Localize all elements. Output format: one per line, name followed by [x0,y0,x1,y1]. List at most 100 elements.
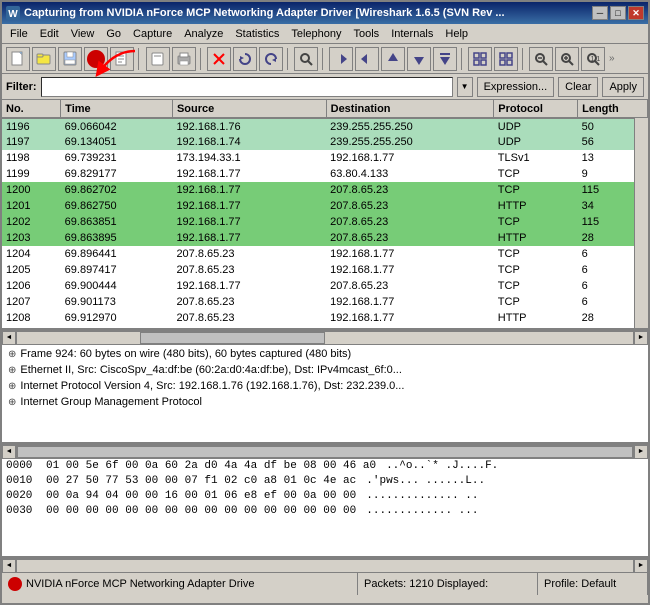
toolbar-refresh2-btn[interactable] [259,47,283,71]
toolbar-zoom-reset-btn[interactable]: 1:1 [581,47,605,71]
hex-scroll-right[interactable]: ► [634,559,648,573]
hex-scroll-left[interactable]: ◄ [2,559,16,573]
detail-line[interactable]: ⊕Frame 924: 60 bytes on wire (480 bits),… [6,346,644,362]
toolbar-search-btn[interactable] [294,47,318,71]
toolbar-save-btn[interactable] [58,47,82,71]
scroll-right-btn[interactable]: ► [634,331,648,345]
table-row[interactable]: 120469.896441207.8.65.23192.168.1.77TCP6 [2,246,648,262]
hex-hscroll[interactable]: ◄ ► [2,558,648,572]
table-row[interactable]: 120169.862750192.168.1.77207.8.65.23HTTP… [2,198,648,214]
toolbar-new-btn[interactable] [6,47,30,71]
toolbar-zoom-in-btn[interactable] [555,47,579,71]
expand-icon[interactable]: ⊕ [8,365,16,376]
table-row[interactable]: 120669.900444192.168.1.77207.8.65.23TCP6 [2,278,648,294]
table-row[interactable]: 119669.066042192.168.1.76239.255.255.250… [2,118,648,134]
packet-list[interactable]: No. Time Source Destination Protocol Len… [2,100,648,330]
adapter-text: NVIDIA nForce MCP Networking Adapter Dri… [26,578,254,590]
hex-row: 003000 00 00 00 00 00 00 00 00 00 00 00 … [6,505,644,520]
detail-line[interactable]: ⊕ Ethernet II, Src: CiscoSpv_4a:df:be (60… [6,362,644,378]
separator-2 [200,48,203,70]
col-protocol[interactable]: Protocol [494,100,578,118]
separator-5 [461,48,464,70]
toolbar-print-btn[interactable] [172,47,196,71]
title-text: Capturing from NVIDIA nForce MCP Network… [24,7,505,19]
toolbar-refresh-btn[interactable] [233,47,257,71]
scroll-left-btn[interactable]: ◄ [2,331,16,345]
horizontal-scrollbar[interactable]: ◄ ► [2,330,648,344]
table-row[interactable]: 120569.897417207.8.65.23192.168.1.77TCP6 [2,262,648,278]
toolbar-back-btn[interactable] [329,47,353,71]
col-no[interactable]: No. [2,100,61,118]
toolbar-up-btn[interactable] [381,47,405,71]
toolbar-capture-btn[interactable] [84,47,108,71]
hex-row: 001000 27 50 77 53 00 00 07 f1 02 c0 a8 … [6,475,644,490]
vertical-scrollbar[interactable] [634,118,648,328]
detail-scroll-left[interactable]: ◄ [2,445,16,459]
col-dest[interactable]: Destination [326,100,494,118]
menu-capture[interactable]: Capture [127,26,178,42]
menu-go[interactable]: Go [100,26,127,42]
table-row[interactable]: 120369.863895192.168.1.77207.8.65.23HTTP… [2,230,648,246]
title-bar-left: W Capturing from NVIDIA nForce MCP Netwo… [6,6,505,20]
detail-line[interactable]: ⊕Internet Group Management Protocol [6,394,644,410]
col-length[interactable]: Length [578,100,648,118]
expand-icon[interactable]: ⊕ [8,349,16,360]
scroll-track[interactable] [16,331,634,345]
col-time[interactable]: Time [61,100,173,118]
apply-button[interactable]: Apply [602,77,644,97]
toolbar-reload-btn[interactable] [146,47,170,71]
scroll-thumb[interactable] [140,332,325,344]
expand-icon[interactable]: ⊕ [8,381,16,392]
menu-view[interactable]: View [65,26,101,42]
toolbar-overflow: » [607,53,617,64]
toolbar-delete-btn[interactable] [207,47,231,71]
menu-help[interactable]: Help [439,26,474,42]
maximize-button[interactable]: □ [610,6,626,20]
menu-tools[interactable]: Tools [348,26,386,42]
toolbar-zoom-out-btn[interactable] [529,47,553,71]
detail-hscroll[interactable]: ◄ ► [2,444,648,458]
table-row[interactable]: 120769.901173207.8.65.23192.168.1.77TCP6 [2,294,648,310]
table-row[interactable]: 120969.917987207.8.65.23192.168.1.77HTTP… [2,326,648,330]
capture-red-circle [87,50,105,68]
table-row[interactable]: 119869.739231173.194.33.1192.168.1.77TLS… [2,150,648,166]
clear-button[interactable]: Clear [558,77,598,97]
toolbar-grid1-btn[interactable] [468,47,492,71]
separator-6 [522,48,525,70]
expand-icon[interactable]: ⊕ [8,397,16,408]
table-row[interactable]: 120069.862702192.168.1.77207.8.65.23TCP1… [2,182,648,198]
toolbar-grid2-btn[interactable] [494,47,518,71]
col-source[interactable]: Source [172,100,326,118]
close-button[interactable]: ✕ [628,6,644,20]
status-packets: Packets: 1210 Displayed: [358,573,538,595]
hex-bytes: 00 0a 94 04 00 00 16 00 01 06 e8 ef 00 0… [46,490,356,505]
detail-scroll-right[interactable]: ► [634,445,648,459]
toolbar-forward-btn[interactable] [355,47,379,71]
menu-edit[interactable]: Edit [34,26,65,42]
detail-scroll-thumb[interactable] [17,446,633,458]
table-row[interactable]: 120869.912970207.8.65.23192.168.1.77HTTP… [2,310,648,326]
table-row[interactable]: 119769.134051192.168.1.74239.255.255.250… [2,134,648,150]
wireshark-icon: W [6,6,20,20]
detail-line-text: Ethernet II, Src: CiscoSpv_4a:df:be (60:… [20,364,402,376]
expression-button[interactable]: Expression... [477,77,555,97]
menu-analyze[interactable]: Analyze [178,26,229,42]
toolbar-close-btn[interactable] [110,47,134,71]
menu-internals[interactable]: Internals [385,26,439,42]
toolbar-down2-btn[interactable] [433,47,457,71]
title-controls: ─ □ ✕ [592,6,644,20]
menu-file[interactable]: File [4,26,34,42]
table-row[interactable]: 119969.829177192.168.1.7763.80.4.133TCP9 [2,166,648,182]
table-row[interactable]: 120269.863851192.168.1.77207.8.65.23TCP1… [2,214,648,230]
menu-statistics[interactable]: Statistics [229,26,285,42]
filter-input[interactable] [41,77,453,97]
detail-area: ⊕Frame 924: 60 bytes on wire (480 bits),… [2,344,648,444]
detail-line[interactable]: ⊕Internet Protocol Version 4, Src: 192.1… [6,378,644,394]
toolbar-open-btn[interactable] [32,47,56,71]
filter-dropdown-btn[interactable]: ▼ [457,77,473,97]
hex-scroll-track[interactable] [16,559,634,573]
toolbar-down-btn[interactable] [407,47,431,71]
menu-telephony[interactable]: Telephony [285,26,347,42]
minimize-button[interactable]: ─ [592,6,608,20]
detail-scroll-track[interactable] [16,445,634,459]
